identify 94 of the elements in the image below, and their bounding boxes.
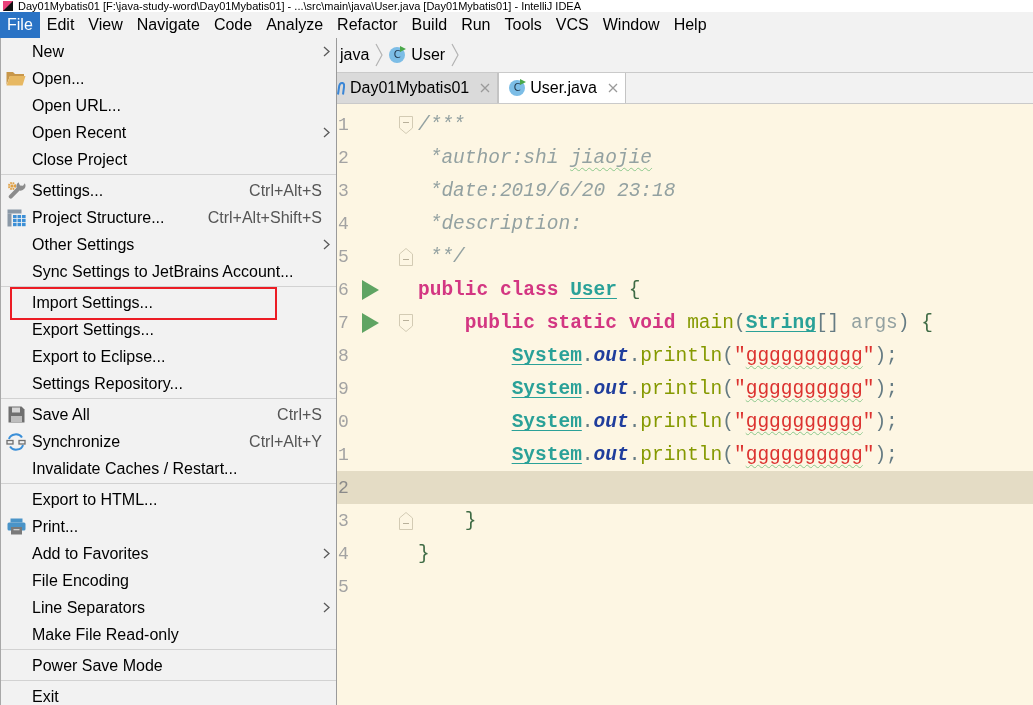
menu-bar-item[interactable]: View [81,12,130,38]
code-line: System.out.println("gggggggggg"); [511,343,898,368]
code-line: System.out.println("gggggggggg"); [511,376,898,401]
code-line: } [418,541,430,566]
line-number: 4 [337,213,350,234]
line-number: 8 [337,345,350,366]
menu-item[interactable]: Sync Settings to JetBrains Account... [1,258,336,285]
code-line: System.out.println("gggggggggg"); [511,442,898,467]
line-number: 5 [337,576,350,597]
chevron-right-icon [375,43,384,67]
menu-item[interactable]: Settings Repository... [1,370,336,397]
menu-item[interactable]: New [1,38,336,65]
line-number: 5 [337,246,350,267]
class-icon: C [509,80,526,96]
menu-bar-item[interactable]: Edit [39,12,82,38]
menu-bar-item[interactable]: Refactor [330,12,405,38]
line-number: 2 [337,147,350,168]
menu-bar-item[interactable]: Tools [497,12,549,38]
line-number: 0 [337,411,350,432]
menu-item[interactable]: Make File Read-only [1,621,336,648]
line-number: 2 [337,477,350,498]
menu-bar-item[interactable]: Window [595,12,667,38]
breadcrumb-item[interactable]: C User [389,46,446,64]
code-line: *date:2019/6/20 23:18 [429,178,676,203]
shortcut-text: Ctrl+Alt+Shift+S [207,209,322,226]
line-number: 3 [337,510,350,531]
menu-item[interactable]: Project Structure... Ctrl+Alt+Shift+S [1,204,336,231]
menu-item[interactable]: Exit [1,683,336,705]
shortcut-text: Ctrl+Alt+S [249,182,322,199]
close-icon[interactable] [607,83,618,93]
code-line: public static void main(String[] args) { [464,310,933,335]
menu-item[interactable]: Open... [1,65,336,92]
editor-tab[interactable]: Day01Mybatis01 [337,73,499,103]
run-icon[interactable] [362,279,379,300]
menu-item[interactable]: File Encoding [1,567,336,594]
folder-icon [6,71,26,86]
printer-icon [6,518,26,535]
fold-icon[interactable] [399,313,413,332]
menu-item[interactable]: Other Settings [1,231,336,258]
line-number: 1 [337,444,350,465]
menu-item[interactable]: Power Save Mode [1,652,336,679]
class-icon: C [389,47,406,63]
menu-item[interactable]: Close Project [1,146,336,173]
grid-icon [6,208,26,227]
fold-icon[interactable] [399,247,413,266]
line-number: 1 [337,114,350,135]
editor-tab[interactable]: C User.java [498,73,626,103]
menu-item[interactable]: Open URL... [1,92,336,119]
line-number: 4 [337,543,350,564]
menu-bar-item[interactable]: Navigate [129,12,207,38]
menu-item[interactable]: Import Settings... [1,289,336,316]
code-line: *description: [429,211,582,236]
code-line: /*** [418,112,465,137]
menu-item[interactable]: Export to Eclipse... [1,343,336,370]
menu-bar-item[interactable]: Analyze [259,12,331,38]
code-line: *author:shi jiaojie [429,145,653,170]
menu-item[interactable]: Export to HTML... [1,486,336,513]
code-line: System.out.println("gggggggggg"); [511,409,898,434]
menu-item[interactable]: Invalidate Caches / Restart... [1,455,336,482]
line-number: 3 [337,180,350,201]
menu-item[interactable]: Save All Ctrl+S [1,401,336,428]
menu-bar-item[interactable]: Run [454,12,498,38]
menu-item[interactable]: Add to Favorites [1,540,336,567]
menu-bar-item[interactable]: Build [404,12,455,38]
chevron-right-icon [451,43,460,67]
fold-icon[interactable] [399,115,413,134]
breadcrumb-item[interactable]: java [340,46,370,64]
line-number: 7 [337,312,350,333]
code-line: } [464,508,477,533]
module-icon [337,81,345,95]
run-icon[interactable] [362,312,379,333]
close-icon[interactable] [480,83,491,93]
menu-item[interactable]: Print... [1,513,336,540]
menu-item[interactable]: Open Recent [1,119,336,146]
wrench-icon [6,181,26,200]
line-number: 9 [337,378,350,399]
menu-item[interactable]: Settings... Ctrl+Alt+S [1,177,336,204]
app-icon [3,1,13,11]
window-title: Day01Mybatis01 [F:\java-study-word\Day01Mybatis01] - ...\src\main\java\User.java [Day01Mybatis01] - IntelliJ IDEA [18,0,582,12]
menu-bar-item[interactable]: File [0,12,40,38]
shortcut-text: Ctrl+S [277,406,322,423]
save-icon [7,406,25,423]
menu-bar-item[interactable]: Code [206,12,260,38]
fold-icon[interactable] [399,511,413,530]
code-line: **/ [429,244,465,269]
line-number: 6 [337,279,350,300]
code-line: public class User { [418,277,641,302]
menu-bar-item[interactable]: VCS [548,12,596,38]
menu-bar-item[interactable]: Help [666,12,714,38]
menu-item[interactable]: Export Settings... [1,316,336,343]
menu-item[interactable]: Synchronize Ctrl+Alt+Y [1,428,336,455]
shortcut-text: Ctrl+Alt+Y [249,433,322,450]
sync-icon [6,432,26,451]
menu-item[interactable]: Line Separators [1,594,336,621]
